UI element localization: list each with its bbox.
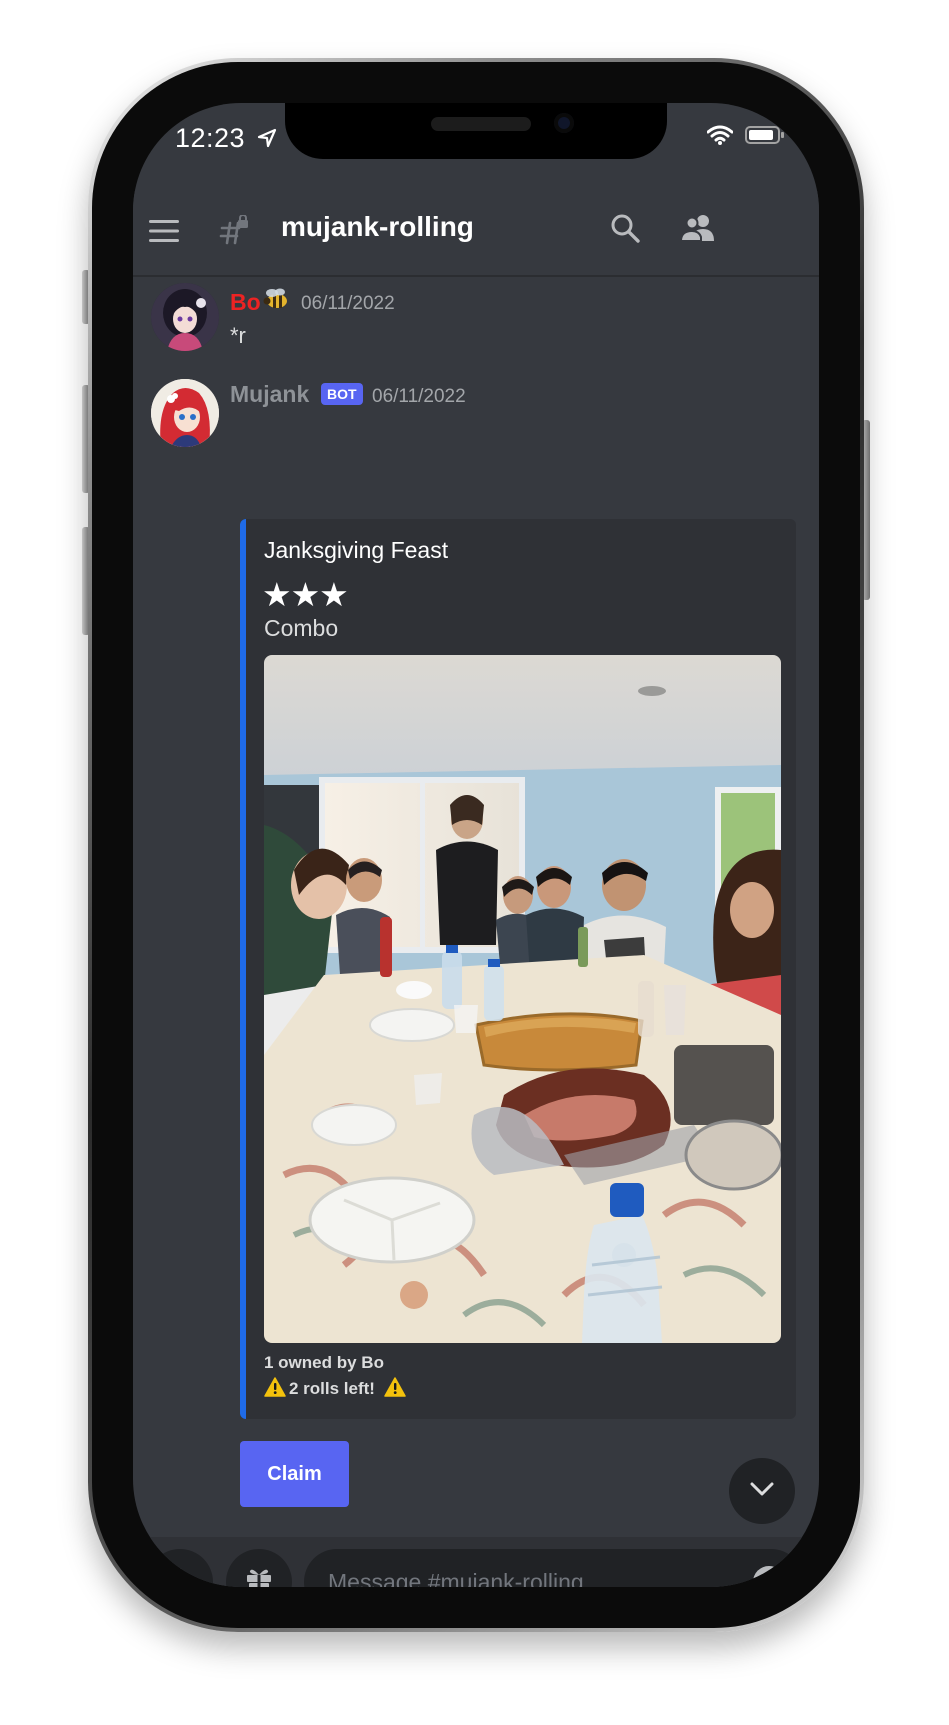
warning-icon xyxy=(384,1377,406,1401)
attach-button[interactable] xyxy=(147,1549,213,1587)
locked-channel-hash-icon xyxy=(219,214,249,249)
rich-embed: Janksgiving Feast ★★★ Combo 1 owned by B… xyxy=(240,519,796,1419)
message-content: *r xyxy=(230,323,246,348)
embed-description: Combo xyxy=(264,615,339,641)
plus-icon xyxy=(168,1568,192,1587)
front-camera xyxy=(554,113,574,133)
message-input[interactable] xyxy=(304,1549,804,1587)
avatar-bo[interactable] xyxy=(151,283,219,351)
battery-icon xyxy=(745,125,785,149)
embed-footer-owner: 1 owned by Bo xyxy=(264,1353,384,1372)
rolls-left-text: 2 rolls left! xyxy=(289,1379,375,1398)
message-composer xyxy=(133,1537,819,1587)
embed-title: Janksgiving Feast xyxy=(264,537,449,563)
wifi-icon xyxy=(706,125,734,149)
channel-title[interactable]: mujank-rolling xyxy=(281,211,474,243)
location-arrow-icon xyxy=(257,124,277,155)
warning-icon xyxy=(264,1377,286,1401)
author-name[interactable]: Bo xyxy=(230,289,261,316)
search-icon[interactable] xyxy=(610,213,640,247)
notch xyxy=(285,103,667,159)
phone-screen: 12:23 mujank-rolling Bo 06/11/2022 *r Mu… xyxy=(133,103,819,1587)
channel-header: mujank-rolling xyxy=(133,191,819,277)
status-indicators xyxy=(706,125,785,149)
embed-image[interactable] xyxy=(264,655,781,1343)
claim-button[interactable]: Claim xyxy=(240,1441,349,1507)
embed-footer-rolls: 2 rolls left! xyxy=(264,1377,406,1401)
gift-icon xyxy=(244,1565,274,1587)
member-list-icon[interactable] xyxy=(679,213,715,247)
hamburger-menu-icon[interactable] xyxy=(149,219,179,247)
status-time: 12:23 xyxy=(175,123,277,155)
embed-star-rating: ★★★ xyxy=(262,575,349,614)
message-timestamp: 06/11/2022 xyxy=(372,386,466,407)
bee-icon xyxy=(263,287,289,315)
message-timestamp: 06/11/2022 xyxy=(301,293,395,314)
chevron-down-icon xyxy=(749,1481,775,1501)
status-time-text: 12:23 xyxy=(175,123,246,153)
bot-badge: BOT xyxy=(321,383,363,405)
avatar-mujank[interactable] xyxy=(151,379,219,447)
earpiece-speaker xyxy=(431,117,531,131)
jump-to-present-button[interactable] xyxy=(729,1458,795,1524)
gift-button[interactable] xyxy=(226,1549,292,1587)
embed-accent-bar xyxy=(240,519,246,1419)
emoji-icon[interactable] xyxy=(752,1565,786,1587)
author-name[interactable]: Mujank xyxy=(230,381,309,408)
